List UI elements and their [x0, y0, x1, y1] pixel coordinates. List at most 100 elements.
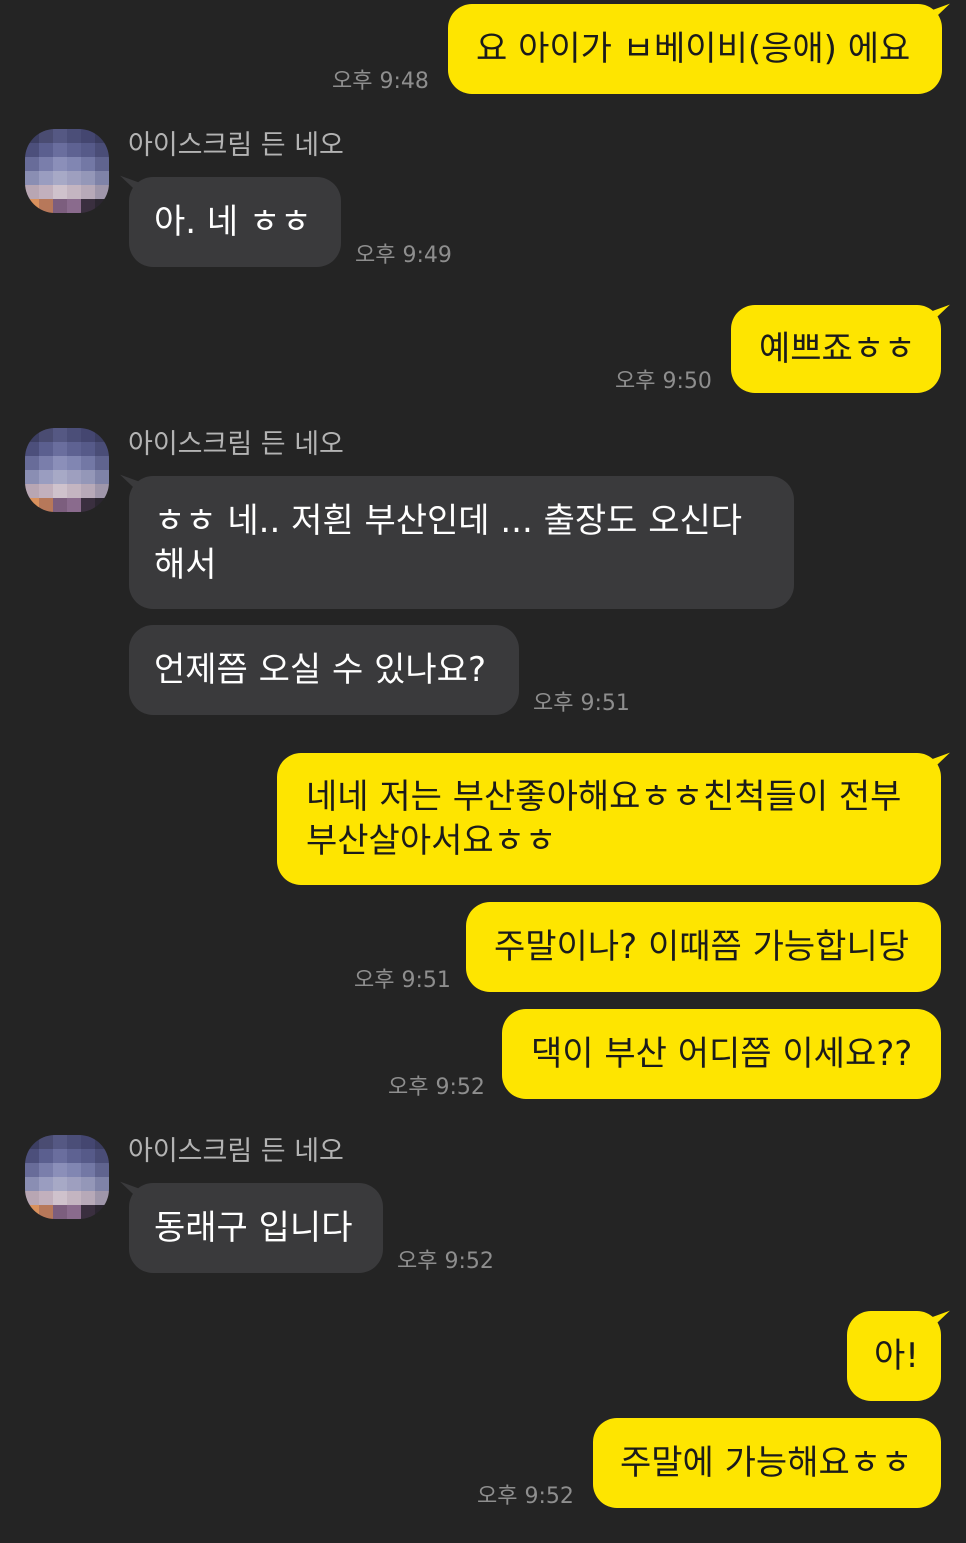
avatar-mosaic-cell — [25, 1191, 39, 1205]
avatar-mosaic-cell — [81, 1135, 95, 1149]
avatar-mosaic-cell — [39, 129, 53, 143]
avatar-mosaic-cell — [39, 470, 53, 484]
avatar-mosaic-cell — [25, 1163, 39, 1177]
message-bubble-mine[interactable]: 댁이 부산 어디쯤 이세요?? — [502, 1009, 941, 1099]
avatar-mosaic-cell — [67, 1149, 81, 1163]
avatar-mosaic-cell — [95, 157, 109, 171]
avatar-mosaic-cell — [39, 498, 53, 512]
avatar-mosaic-cell — [95, 1191, 109, 1205]
message-text: 언제쯤 오실 수 있나요? — [154, 650, 486, 690]
avatar-mosaic-cell — [53, 1163, 67, 1177]
avatar-mosaic-cell — [53, 185, 67, 199]
avatar-mosaic-cell — [95, 1205, 109, 1219]
avatar-mosaic-cell — [95, 1135, 109, 1149]
message-text-line: ㅎㅎ 네.. 저흰 부산인데 ... 출장도 오신다 — [154, 501, 743, 541]
avatar-mosaic-cell — [81, 484, 95, 498]
avatar-mosaic-cell — [67, 1191, 81, 1205]
avatar-mosaic-cell — [39, 157, 53, 171]
avatar-mosaic-cell — [67, 484, 81, 498]
avatar-mosaic-cell — [25, 1135, 39, 1149]
avatar-mosaic-cell — [67, 1177, 81, 1191]
avatar-mosaic-cell — [53, 1205, 67, 1219]
avatar-mosaic-cell — [67, 456, 81, 470]
avatar-mosaic-cell — [25, 199, 39, 213]
message-bubble-mine[interactable]: 예쁘죠ㅎㅎ — [731, 305, 941, 393]
avatar-mosaic-cell — [81, 428, 95, 442]
message-timestamp: 오후 9:49 — [355, 243, 452, 268]
avatar-mosaic-cell — [39, 484, 53, 498]
avatar-mosaic-cell — [25, 456, 39, 470]
avatar[interactable] — [25, 428, 109, 512]
message-text: 주말에 가능해요ㅎㅎ — [620, 1443, 913, 1483]
avatar-mosaic-cell — [67, 428, 81, 442]
avatar-mosaic-cell — [81, 498, 95, 512]
avatar-mosaic-cell — [95, 428, 109, 442]
avatar-mosaic-cell — [39, 442, 53, 456]
avatar-mosaic-cell — [81, 1205, 95, 1219]
message-timestamp: 오후 9:51 — [533, 691, 630, 716]
message-bubble-theirs[interactable]: 동래구 입니다 — [129, 1183, 383, 1273]
avatar-mosaic-cell — [39, 185, 53, 199]
avatar-mosaic-cell — [25, 1205, 39, 1219]
avatar-mosaic-cell — [81, 171, 95, 185]
avatar-mosaic-cell — [67, 1163, 81, 1177]
avatar-mosaic-cell — [53, 129, 67, 143]
avatar-mosaic-cell — [39, 1149, 53, 1163]
avatar-mosaic-cell — [81, 1177, 95, 1191]
avatar-mosaic-cell — [39, 428, 53, 442]
message-text: 주말이나? 이때쯤 가능합니당 — [494, 927, 910, 967]
avatar-mosaic-cell — [81, 470, 95, 484]
message-text-line: 해서 — [154, 545, 217, 585]
avatar-mosaic-cell — [53, 1135, 67, 1149]
avatar-mosaic-cell — [95, 456, 109, 470]
avatar-mosaic-cell — [25, 470, 39, 484]
avatar-mosaic-cell — [39, 1163, 53, 1177]
avatar-mosaic-cell — [81, 143, 95, 157]
avatar-mosaic-cell — [95, 484, 109, 498]
avatar-mosaic-cell — [67, 129, 81, 143]
avatar-mosaic-cell — [25, 498, 39, 512]
message-text-line: 네네 저는 부산좋아해요ㅎㅎ친척들이 전부 — [306, 777, 902, 817]
message-timestamp: 오후 9:51 — [354, 968, 451, 993]
message-bubble-theirs[interactable]: ㅎㅎ 네.. 저흰 부산인데 ... 출장도 오신다 해서 — [129, 476, 794, 609]
avatar-mosaic-cell — [95, 143, 109, 157]
avatar-mosaic-cell — [95, 442, 109, 456]
message-bubble-theirs[interactable]: 아. 네 ㅎㅎ — [129, 177, 341, 267]
avatar-mosaic-cell — [67, 171, 81, 185]
avatar-mosaic-cell — [53, 199, 67, 213]
avatar-mosaic-cell — [25, 428, 39, 442]
avatar-mosaic-cell — [53, 470, 67, 484]
message-timestamp: 오후 9:52 — [477, 1484, 574, 1509]
avatar-mosaic-cell — [53, 143, 67, 157]
message-bubble-theirs[interactable]: 언제쯤 오실 수 있나요? — [129, 625, 519, 715]
message-timestamp: 오후 9:52 — [397, 1249, 494, 1274]
avatar-mosaic-cell — [25, 171, 39, 185]
message-bubble-mine[interactable]: 네네 저는 부산좋아해요ㅎㅎ친척들이 전부 부산살아서요ㅎㅎ — [277, 753, 941, 885]
avatar[interactable] — [25, 1135, 109, 1219]
avatar-mosaic-cell — [81, 1163, 95, 1177]
message-bubble-mine[interactable]: 주말이나? 이때쯤 가능합니당 — [466, 902, 941, 992]
avatar-mosaic-cell — [95, 129, 109, 143]
message-text: 요 아이가 ㅂ베이비(응애) 에요 — [476, 29, 911, 69]
avatar-mosaic-cell — [39, 171, 53, 185]
avatar-mosaic-cell — [25, 157, 39, 171]
avatar-mosaic-cell — [81, 157, 95, 171]
message-timestamp: 오후 9:48 — [332, 69, 429, 94]
avatar[interactable] — [25, 129, 109, 213]
message-bubble-mine[interactable]: 요 아이가 ㅂ베이비(응애) 에요 — [448, 4, 942, 94]
avatar-mosaic-cell — [25, 1149, 39, 1163]
message-bubble-mine[interactable]: 주말에 가능해요ㅎㅎ — [593, 1418, 941, 1508]
avatar-mosaic-cell — [53, 1191, 67, 1205]
avatar-mosaic-cell — [81, 199, 95, 213]
avatar-mosaic-cell — [81, 1191, 95, 1205]
avatar-mosaic-cell — [95, 171, 109, 185]
avatar-mosaic-cell — [39, 456, 53, 470]
avatar-mosaic-cell — [95, 185, 109, 199]
avatar-mosaic-cell — [67, 185, 81, 199]
avatar-mosaic-cell — [39, 1191, 53, 1205]
avatar-mosaic-cell — [67, 143, 81, 157]
avatar-mosaic-cell — [39, 199, 53, 213]
message-timestamp: 오후 9:52 — [388, 1075, 485, 1100]
avatar-mosaic-cell — [25, 442, 39, 456]
avatar-mosaic-cell — [25, 185, 39, 199]
